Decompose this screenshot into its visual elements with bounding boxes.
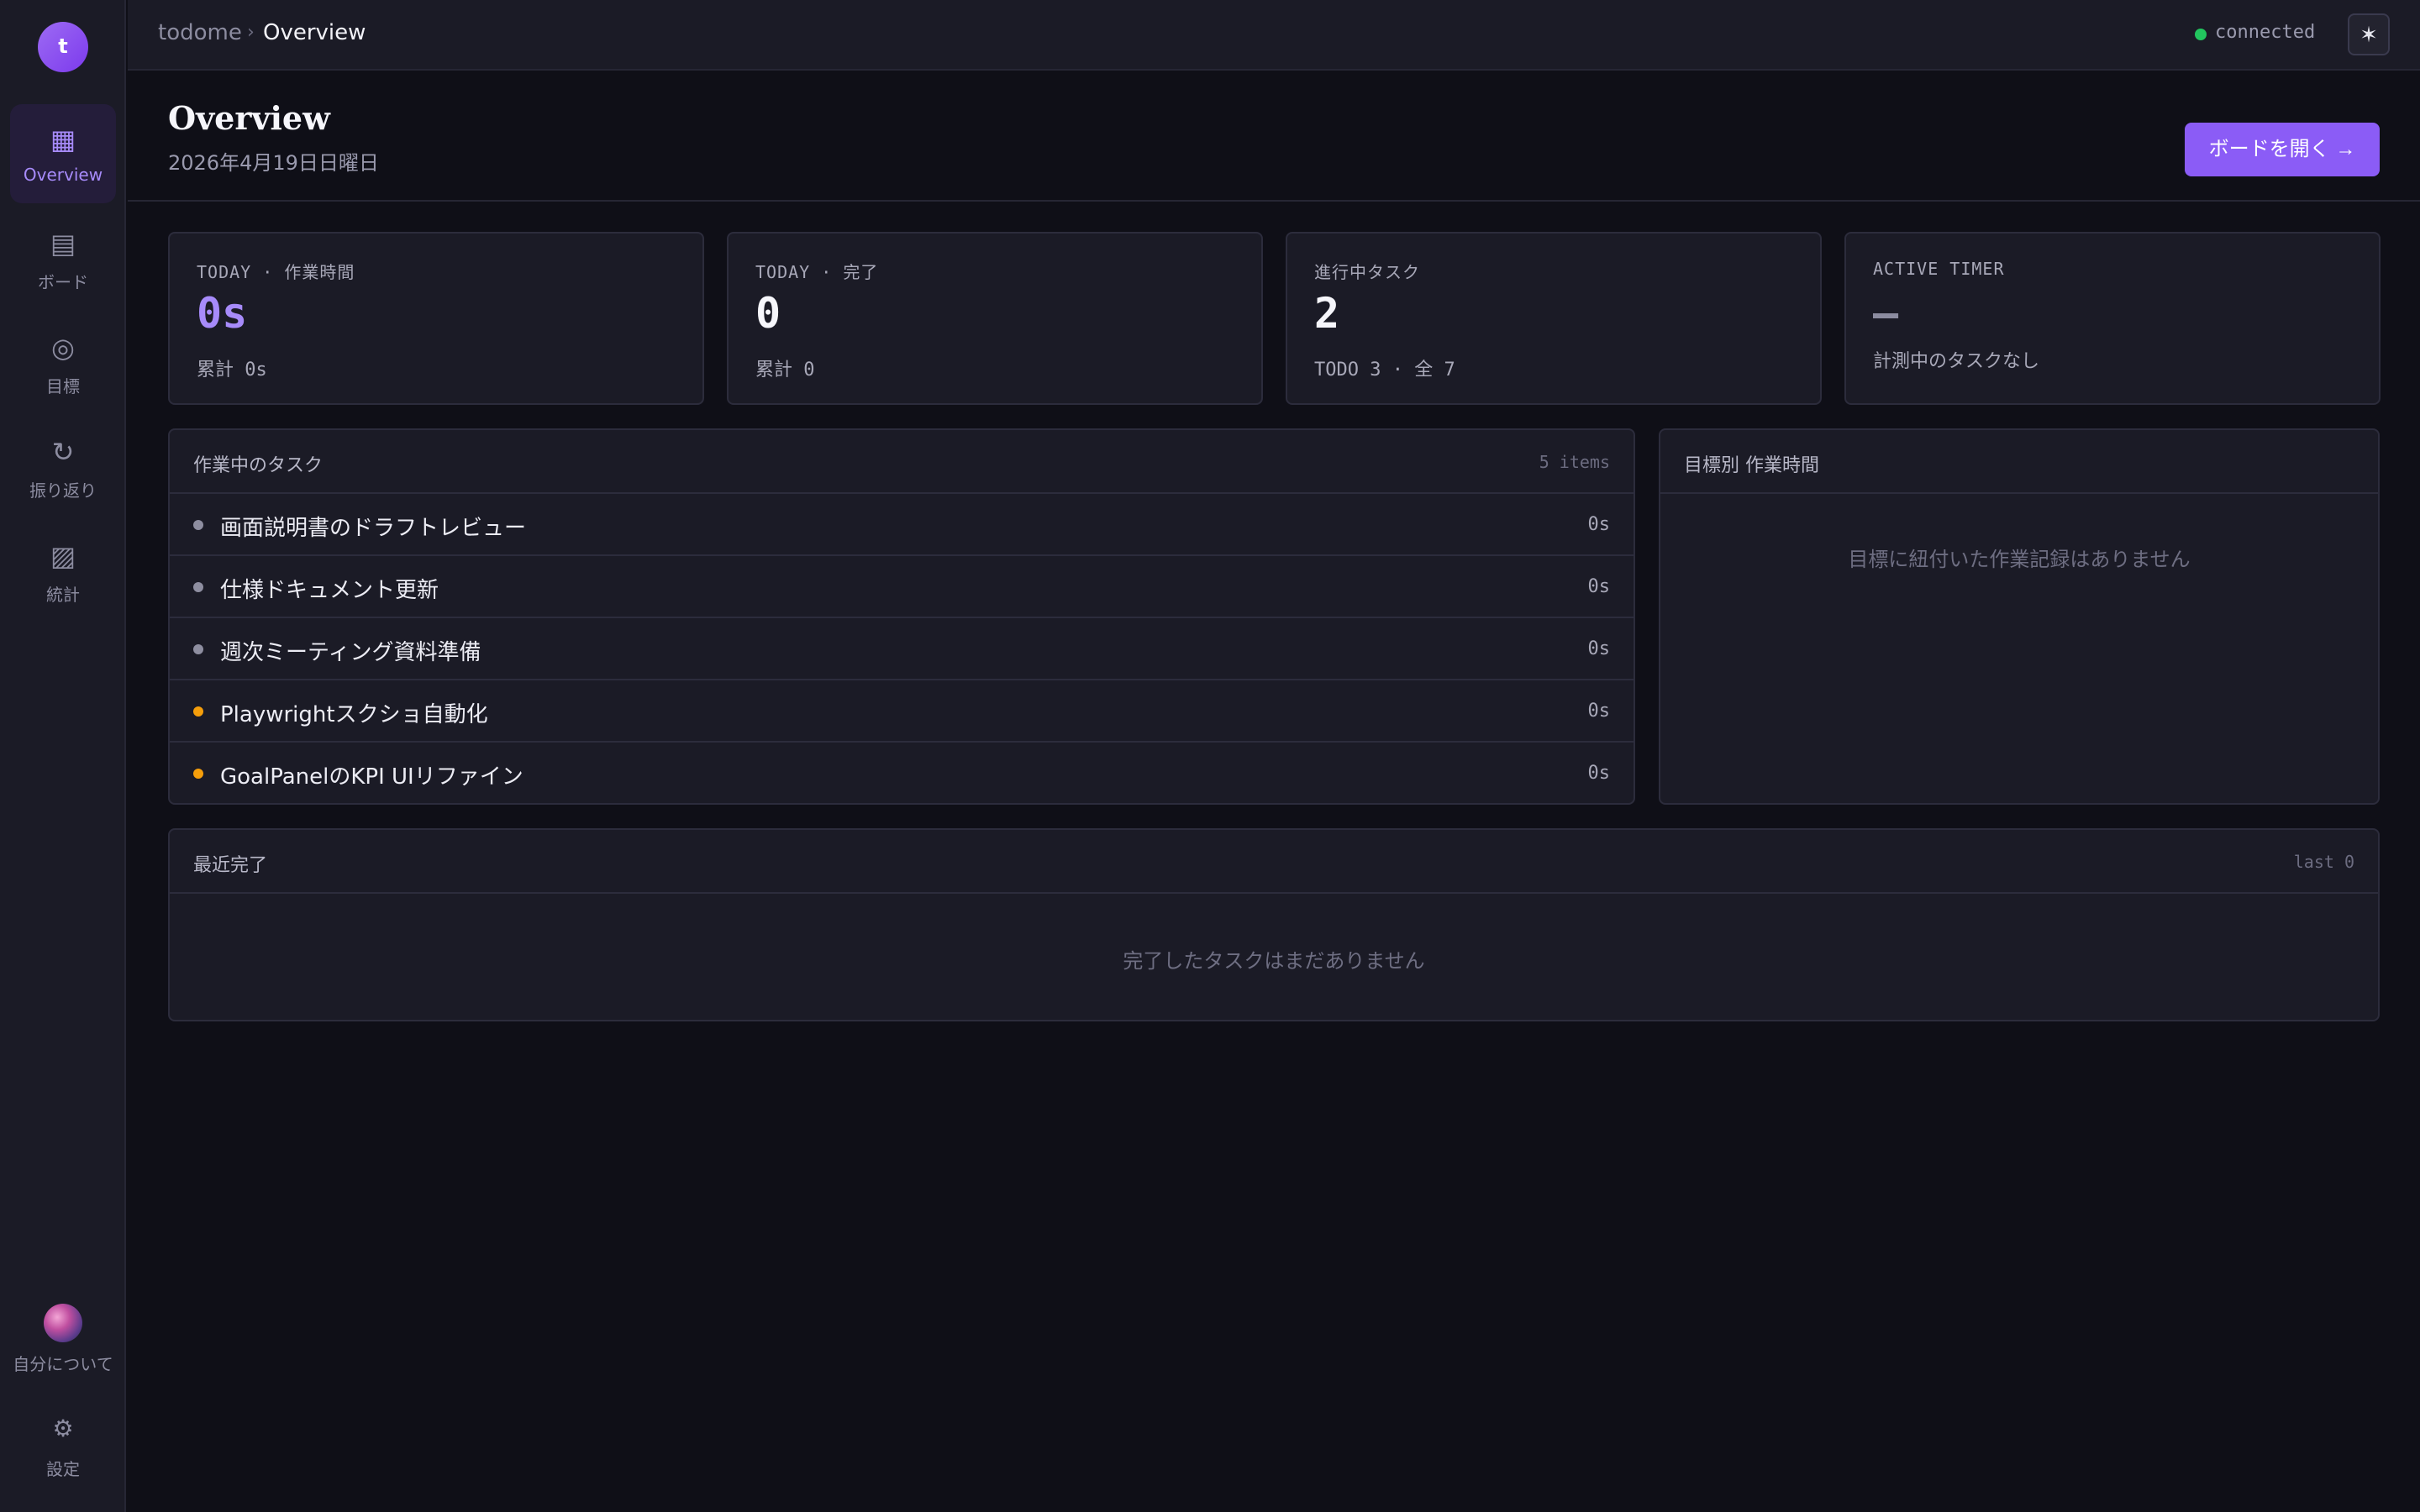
app-logo[interactable]: t (38, 22, 88, 72)
panel-title: 作業中のタスク (193, 455, 324, 476)
stat-sub: 計測中のタスクなし (1873, 351, 2040, 372)
stat-value: 0s (197, 289, 248, 338)
table-row[interactable]: GoalPanelのKPI UIリファイン 0s (170, 743, 1634, 803)
stat-value: 0 (755, 289, 781, 338)
sidebar-item-goals[interactable]: ◎ 目標 (10, 312, 116, 412)
stat-card-today-done: TODAY · 完了 0 累計 0 (727, 232, 1263, 405)
stat-sub: TODO 3 · 全 7 (1314, 360, 1455, 381)
board-icon: ▤ (50, 228, 76, 260)
panel-header: 目標別 作業時間 (1660, 430, 2378, 494)
page-header: Overview 2026年4月19日日曜日 ボードを開く → (128, 72, 2420, 202)
panel-title: 最近完了 (193, 855, 268, 876)
stat-label: ACTIVE TIMER (1873, 259, 2005, 279)
status-dot (193, 644, 203, 654)
sidebar: t ▦ Overview ▤ ボード ◎ 目標 ↻ 振り返り ▨ 統計 自分につ… (0, 0, 126, 1512)
target-icon: ◎ (51, 332, 75, 364)
table-row[interactable]: Playwrightスクショ自動化 0s (170, 680, 1634, 743)
sidebar-item-label: 振り返り (29, 480, 97, 501)
sidebar-item-label: ボード (38, 272, 88, 292)
open-board-button[interactable]: ボードを開く → (2185, 123, 2380, 176)
sidebar-item-overview[interactable]: ▦ Overview (10, 104, 116, 203)
task-time: 0s (1587, 514, 1611, 535)
stat-label: 進行中タスク (1314, 262, 1420, 282)
empty-message: 完了したタスクはまだありません (1123, 949, 1425, 973)
task-time: 0s (1587, 638, 1611, 659)
refresh-icon: ↻ (51, 436, 75, 468)
sidebar-item-about-me[interactable]: 自分について (7, 1351, 119, 1375)
topbar: todome › Overview connected ✶ (128, 0, 2420, 71)
sidebar-item-stats[interactable]: ▨ 統計 (10, 521, 116, 620)
breadcrumb-current: Overview (263, 20, 366, 45)
table-row[interactable]: 仕様ドキュメント更新 0s (170, 556, 1634, 618)
stat-value: 2 (1314, 289, 1340, 338)
stat-card-today-time: TODAY · 作業時間 0s 累計 0s (168, 232, 704, 405)
sidebar-item-board[interactable]: ▤ ボード (10, 208, 116, 307)
gear-icon[interactable]: ⚙ (42, 1415, 84, 1442)
panel-header: 作業中のタスク 5 items (170, 430, 1634, 494)
item-count: 5 items (1539, 452, 1610, 472)
sidebar-item-label: Overview (23, 165, 103, 185)
table-row[interactable]: 週次ミーティング資料準備 0s (170, 618, 1634, 680)
task-time: 0s (1587, 763, 1611, 784)
theme-toggle-button[interactable]: ✶ (2348, 13, 2390, 55)
status-dot (193, 520, 203, 530)
task-name: 画面説明書のドラフトレビュー (220, 516, 527, 541)
recent-count: last 0 (2293, 852, 2354, 872)
stat-sub: 累計 0 (755, 360, 815, 381)
grid-icon: ▦ (50, 123, 76, 155)
stat-card-active-timer: ACTIVE TIMER — 計測中のタスクなし (1844, 232, 2381, 405)
sidebar-item-label: 統計 (46, 585, 80, 605)
stat-card-in-progress: 進行中タスク 2 TODO 3 · 全 7 (1286, 232, 1822, 405)
page-title: Overview (168, 99, 330, 137)
panel-header: 最近完了 last 0 (170, 830, 2378, 894)
breadcrumb-root[interactable]: todome (158, 20, 242, 45)
task-name: 仕様ドキュメント更新 (220, 578, 439, 603)
stat-value: — (1873, 289, 1899, 338)
stat-sub: 累計 0s (197, 360, 267, 381)
empty-message: 目標に紐付いた作業記録はありません (1848, 548, 2191, 571)
task-time: 0s (1587, 576, 1611, 597)
task-name: GoalPanelのKPI UIリファイン (220, 764, 523, 790)
sidebar-item-label: 目標 (46, 376, 80, 396)
sidebar-item-settings[interactable]: 設定 (0, 1456, 126, 1480)
task-time: 0s (1587, 701, 1611, 722)
status-dot (193, 769, 203, 779)
status-dot (193, 706, 203, 717)
status-dot (193, 582, 203, 592)
task-name: Playwrightスクショ自動化 (220, 702, 488, 727)
connection-status: connected (2215, 22, 2316, 43)
recent-done-panel: 最近完了 last 0 完了したタスクはまだありません (168, 828, 2380, 1021)
goal-time-panel: 目標別 作業時間 目標に紐付いた作業記録はありません (1659, 428, 2380, 805)
stat-label: TODAY · 完了 (755, 262, 879, 282)
stats-icon: ▨ (50, 540, 76, 572)
panel-title: 目標別 作業時間 (1684, 455, 1819, 476)
table-row[interactable]: 画面説明書のドラフトレビュー 0s (170, 494, 1634, 556)
sidebar-item-retrospective[interactable]: ↻ 振り返り (10, 417, 116, 516)
connection-status-dot (2195, 29, 2207, 40)
avatar[interactable] (44, 1304, 82, 1342)
active-tasks-panel: 作業中のタスク 5 items 画面説明書のドラフトレビュー 0s 仕様ドキュメ… (168, 428, 1635, 805)
breadcrumb-separator: › (247, 22, 255, 43)
page-date: 2026年4月19日日曜日 (168, 151, 379, 175)
task-name: 週次ミーティング資料準備 (220, 640, 481, 665)
stat-label: TODAY · 作業時間 (197, 262, 355, 282)
